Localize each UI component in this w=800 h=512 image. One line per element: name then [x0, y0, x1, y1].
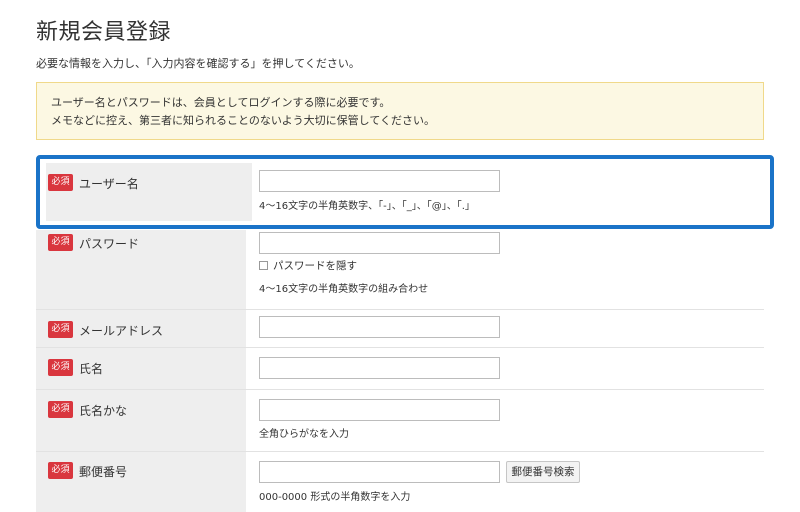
label-cell [36, 390, 246, 451]
name-kana-help: 全角ひらがなを入力 [259, 429, 349, 440]
hide-password-checkbox[interactable]: パスワードを隠す [259, 258, 357, 273]
page-title: 新規会員登録 [36, 20, 172, 45]
name-input[interactable] [259, 357, 500, 379]
page-intro: 必要な情報を入力し、「入力内容を確認する」を押してください。 [36, 57, 360, 70]
required-badge: 必須 [48, 174, 73, 191]
username-label: ユーザー名 [79, 177, 139, 191]
required-badge: 必須 [48, 359, 73, 376]
postal-code-help: 000-0000 形式の半角数字を入力 [259, 492, 411, 503]
email-input[interactable] [259, 316, 500, 338]
postal-search-button[interactable]: 郵便番号検索 [506, 461, 580, 483]
required-badge: 必須 [48, 462, 73, 479]
password-help: 4〜16文字の半角英数字の組み合わせ [259, 284, 429, 295]
label-cell [36, 452, 246, 512]
password-input[interactable] [259, 232, 500, 254]
password-label: パスワード [79, 237, 140, 251]
checkbox-box[interactable] [259, 261, 268, 270]
name-kana-label: 氏名かな [79, 404, 128, 418]
label-cell [46, 163, 252, 221]
required-badge: 必須 [48, 234, 73, 251]
username-help: 4〜16文字の半角英数字、「-」、「_」、「@」、「.」 [259, 201, 475, 212]
required-badge: 必須 [48, 401, 73, 418]
postal-code-label: 郵便番号 [79, 465, 128, 479]
required-badge: 必須 [48, 321, 73, 338]
notice-line-1: ユーザー名とパスワードは、会員としてログインする際に必要です。 [51, 96, 391, 109]
username-input[interactable] [259, 170, 500, 192]
notice-line-2: メモなどに控え、第三者に知られることのないよう大切に保管してください。 [51, 114, 436, 127]
notice-box: ユーザー名とパスワードは、会員としてログインする際に必要です。 メモなどに控え、… [36, 82, 764, 140]
postal-code-input[interactable] [259, 461, 500, 483]
name-label: 氏名 [79, 362, 104, 376]
name-kana-input[interactable] [259, 399, 500, 421]
hide-password-label: パスワードを隠す [273, 260, 357, 272]
email-label: メールアドレス [79, 324, 164, 338]
username-row-highlight: 必須 ユーザー名 4〜16文字の半角英数字、「-」、「_」、「@」、「.」 [36, 155, 774, 229]
